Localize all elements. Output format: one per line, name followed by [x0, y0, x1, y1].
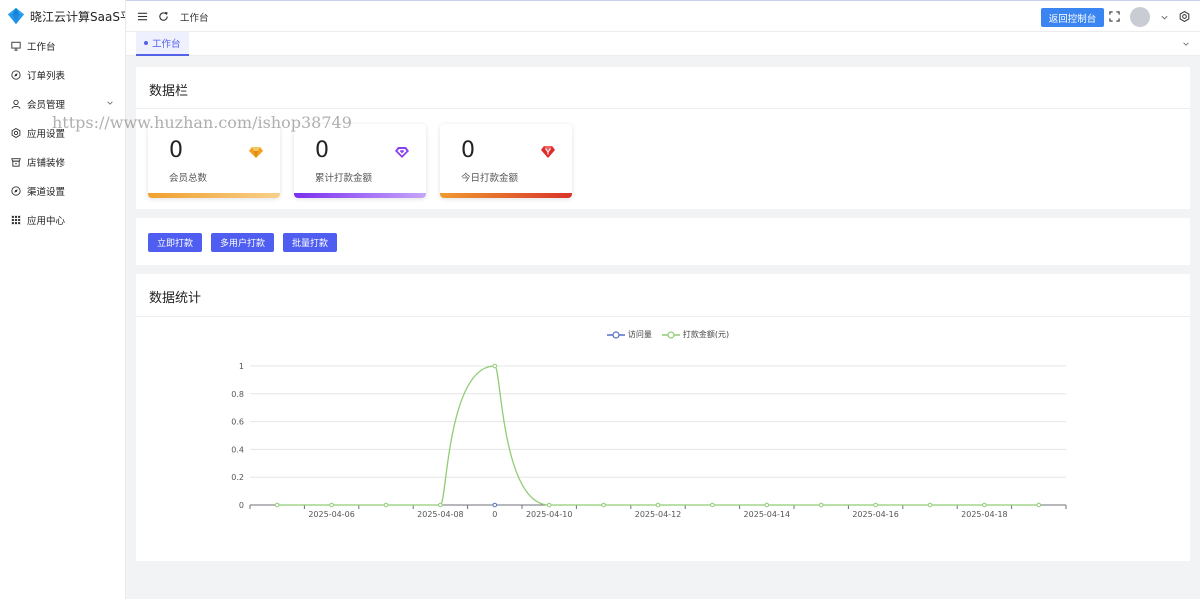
series-point-0	[492, 502, 498, 508]
x-tick-label: 2025-04-10	[526, 510, 573, 519]
chevron-down-icon[interactable]	[1182, 40, 1190, 48]
ruby-icon	[541, 146, 555, 158]
series-point-1	[710, 502, 715, 508]
sidebar-item-label: 渠道设置	[27, 186, 66, 198]
series-line-1	[277, 365, 1039, 506]
app-logo[interactable]: 晓江云计算SaaS平台	[0, 0, 125, 32]
chevron-down-icon[interactable]	[1160, 13, 1169, 22]
x-extra-label: 0	[492, 510, 497, 519]
data-panel: 数据栏 0 会员总数 0 累计打款金额 0 今日打款金额	[136, 67, 1190, 209]
series-point-1	[818, 502, 824, 508]
series-point-1	[655, 502, 661, 508]
diamond-icon	[249, 147, 263, 158]
series-point-1	[982, 502, 987, 508]
series-point-1	[383, 502, 389, 508]
stat-bar	[294, 193, 426, 198]
stat-label: 累计打款金额	[315, 173, 373, 184]
return-console-button[interactable]: 返回控制台	[1041, 8, 1104, 27]
stat-label: 今日打款金额	[461, 173, 519, 184]
sidebar-item-workbench[interactable]: 工作台	[0, 31, 126, 60]
x-tick-label: 2025-04-14	[744, 510, 791, 519]
y-tick-label: 0.8	[231, 390, 244, 399]
avatar[interactable]	[1130, 7, 1150, 27]
series-point-1	[274, 502, 280, 508]
stat-value: 0	[461, 138, 475, 163]
y-tick-label: 1	[239, 362, 244, 371]
chart-plot-area: 0 0.2 0.4 0.6 0.8 1 2025-04-06 2025-04-08 2025-0…	[231, 362, 1067, 519]
series-point-1	[492, 363, 498, 369]
series-point-1	[764, 502, 770, 508]
compass-icon	[11, 185, 21, 196]
pay-now-button[interactable]: 立即打款	[148, 233, 203, 252]
breadcrumb: 工作台	[180, 13, 209, 24]
stat-card-today-payout: 0 今日打款金额	[440, 124, 572, 198]
sidebar-item-shop-decor[interactable]: 店铺装修	[0, 147, 126, 176]
shop-icon	[11, 157, 21, 167]
stat-bar	[440, 193, 572, 198]
compass-icon	[11, 69, 21, 80]
stat-label: 会员总数	[169, 173, 208, 184]
app-title: 晓江云计算SaaS平台	[30, 9, 125, 24]
series-point-1	[438, 502, 443, 508]
multi-user-pay-button[interactable]: 多用户打款	[211, 233, 275, 252]
tabs-bar: 工作台	[126, 32, 1200, 56]
top-header: 工作台 返回控制台	[126, 0, 1200, 32]
series-point-1	[1036, 502, 1042, 508]
stats-panel-title: 数据统计	[149, 291, 202, 306]
sidebar-item-app-center[interactable]: 应用中心	[0, 205, 126, 234]
series-point-1	[927, 502, 933, 508]
x-tick-label: 2025-04-18	[961, 510, 1008, 519]
user-icon	[11, 99, 21, 109]
monitor-icon	[11, 41, 21, 51]
grid-icon	[11, 215, 21, 224]
series-point-1	[329, 502, 334, 508]
sidebar: 晓江云计算SaaS平台 工作台 订单列表 会员管理 应用设置 店铺装修 渠道设置…	[0, 0, 126, 599]
sidebar-item-label: 店铺装修	[27, 157, 66, 169]
stat-value: 0	[315, 138, 329, 163]
x-tick-label: 2025-04-12	[635, 510, 682, 519]
gem-icon	[395, 147, 409, 158]
tab-label: 工作台	[152, 39, 181, 50]
sidebar-item-label: 订单列表	[27, 70, 66, 82]
diamond-logo-icon	[7, 7, 25, 25]
watermark-text: https://www.huzhan.com/ishop38749	[52, 113, 352, 132]
refresh-icon[interactable]	[158, 11, 169, 22]
x-tick-label: 2025-04-08	[417, 510, 464, 519]
sidebar-item-label: 会员管理	[27, 99, 66, 111]
series-point-1	[873, 502, 878, 508]
fullscreen-icon[interactable]	[1109, 11, 1120, 22]
batch-pay-button[interactable]: 批量打款	[283, 233, 338, 252]
x-tick-label: 2025-04-06	[308, 510, 355, 519]
y-tick-label: 0	[239, 501, 244, 510]
sidebar-item-channel-settings[interactable]: 渠道设置	[0, 176, 126, 205]
y-tick-label: 0.2	[231, 473, 244, 482]
gear-icon	[11, 127, 21, 138]
sidebar-item-label: 工作台	[27, 41, 56, 53]
tab-workbench[interactable]: 工作台	[136, 32, 189, 56]
chevron-down-icon	[107, 101, 113, 105]
data-panel-title: 数据栏	[149, 84, 189, 99]
stat-value: 0	[169, 138, 183, 163]
sidebar-item-orders[interactable]: 订单列表	[0, 60, 126, 89]
stat-card-total-payout: 0 累计打款金额	[294, 124, 426, 198]
x-tick-label: 2025-04-16	[852, 510, 899, 519]
series-point-1	[601, 502, 606, 508]
divider	[136, 108, 1190, 109]
series-point-1	[546, 502, 552, 508]
active-dot	[144, 41, 148, 45]
settings-icon[interactable]	[1179, 11, 1190, 22]
stat-card-members: 0 会员总数	[148, 124, 280, 198]
stat-bar	[148, 193, 280, 198]
y-tick-label: 0.4	[231, 445, 244, 454]
y-tick-label: 0.6	[231, 418, 244, 427]
line-chart: 访问量 打款金额(元) 0 0.2 0.4 0.6 0.8 1 2025-04-06 2025…	[136, 316, 1200, 561]
stats-panel: 数据统计 访问量 打款金额(元) 0 0.2 0.4 0.6 0.8 1 2025-04-0…	[136, 274, 1190, 561]
sidebar-item-label: 应用中心	[27, 215, 66, 227]
menu-toggle-icon[interactable]	[137, 11, 148, 22]
actions-panel: 立即打款 多用户打款 批量打款	[136, 218, 1190, 265]
